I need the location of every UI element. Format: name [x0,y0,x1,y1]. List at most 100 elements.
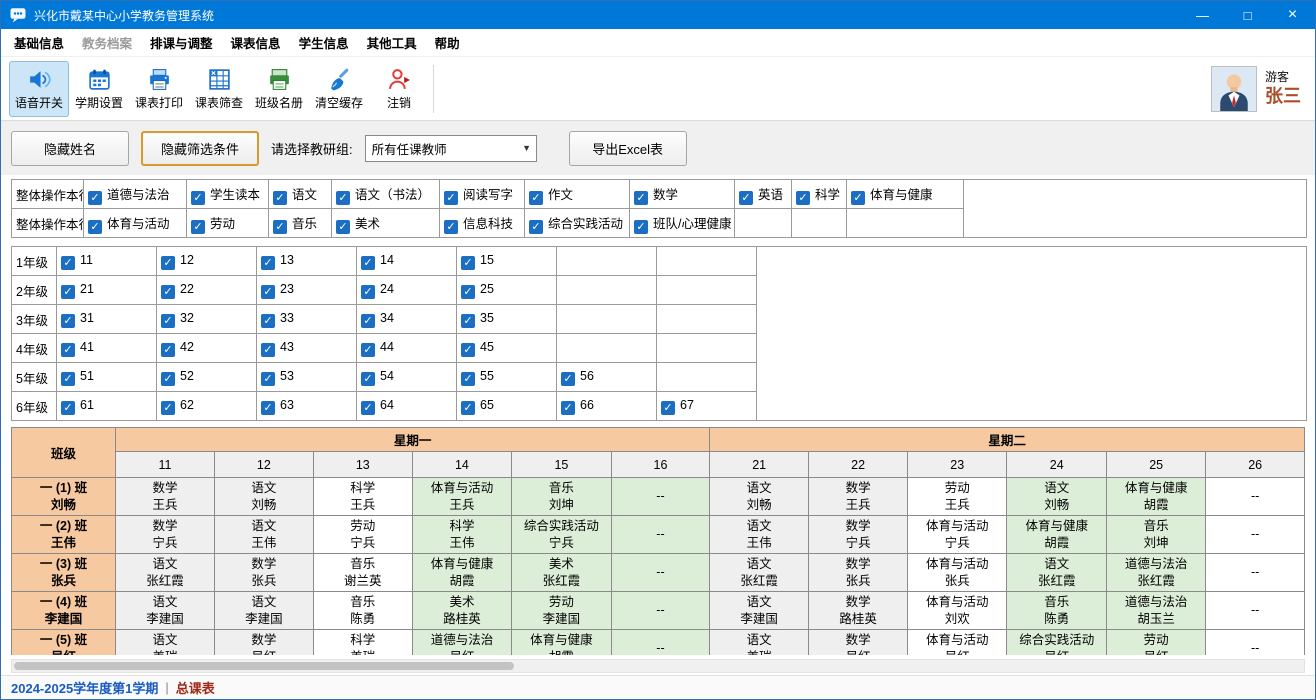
class-filter-cell[interactable]: ✓63 [257,392,357,421]
checkbox[interactable]: ✓ [739,191,753,205]
checkbox[interactable]: ✓ [361,314,375,328]
subject-filter-cell[interactable]: ✓道德与法治 [84,180,187,209]
checkbox[interactable]: ✓ [161,401,175,415]
checkbox[interactable]: ✓ [461,285,475,299]
checkbox[interactable]: ✓ [361,401,375,415]
hide-names-button[interactable]: 隐藏姓名 [11,131,129,166]
class-filter-cell[interactable]: ✓33 [257,305,357,334]
class-filter-cell[interactable]: ✓51 [57,363,157,392]
row-select-all[interactable]: 整体操作本行 [12,180,84,209]
subject-filter-cell[interactable]: ✓作文 [525,180,630,209]
class-filter-cell[interactable]: ✓41 [57,334,157,363]
toolbar-button[interactable]: 学期设置 [69,61,129,117]
class-filter-cell[interactable]: ✓62 [157,392,257,421]
toolbar-button[interactable]: 课表打印 [129,61,189,117]
horizontal-scrollbar[interactable] [11,659,1305,673]
subject-filter-cell[interactable]: ✓数学 [630,180,735,209]
checkbox[interactable]: ✓ [273,220,287,234]
subject-filter-cell[interactable]: ✓学生读本 [187,180,269,209]
class-filter-cell[interactable]: ✓64 [357,392,457,421]
export-excel-button[interactable]: 导出Excel表 [569,131,687,166]
checkbox[interactable]: ✓ [261,372,275,386]
menu-item[interactable]: 其他工具 [358,29,426,56]
checkbox[interactable]: ✓ [161,372,175,386]
class-filter-cell[interactable]: ✓54 [357,363,457,392]
checkbox[interactable]: ✓ [444,220,458,234]
subject-filter-cell[interactable]: ✓语文（书法） [332,180,440,209]
checkbox[interactable]: ✓ [261,314,275,328]
class-filter-cell[interactable]: ✓43 [257,334,357,363]
subject-filter-cell[interactable]: ✓阅读写字 [440,180,525,209]
class-filter-cell[interactable]: ✓67 [657,392,757,421]
class-filter-cell[interactable]: ✓53 [257,363,357,392]
class-filter-cell[interactable]: ✓52 [157,363,257,392]
subject-filter-cell[interactable]: ✓信息科技 [440,209,525,238]
subject-filter-cell[interactable]: ✓班队/心理健康 [630,209,735,238]
class-filter-cell[interactable]: ✓56 [557,363,657,392]
checkbox[interactable]: ✓ [161,314,175,328]
checkbox[interactable]: ✓ [191,191,205,205]
subject-filter-cell[interactable]: ✓体育与健康 [847,180,964,209]
checkbox[interactable]: ✓ [88,220,102,234]
subject-filter-cell[interactable]: ✓音乐 [269,209,332,238]
checkbox[interactable]: ✓ [261,343,275,357]
checkbox[interactable]: ✓ [61,372,75,386]
subject-filter-cell[interactable]: ✓体育与活动 [84,209,187,238]
class-filter-cell[interactable]: ✓24 [357,276,457,305]
checkbox[interactable]: ✓ [444,191,458,205]
checkbox[interactable]: ✓ [561,372,575,386]
toolbar-button[interactable]: 注销 [369,61,429,117]
checkbox[interactable]: ✓ [634,191,648,205]
menu-item[interactable]: 基础信息 [5,29,73,56]
checkbox[interactable]: ✓ [461,256,475,270]
checkbox[interactable]: ✓ [261,401,275,415]
subject-filter-cell[interactable]: ✓英语 [735,180,792,209]
checkbox[interactable]: ✓ [61,401,75,415]
class-filter-cell[interactable]: ✓35 [457,305,557,334]
minimize-button[interactable]: — [1180,1,1225,29]
class-filter-cell[interactable]: ✓55 [457,363,557,392]
checkbox[interactable]: ✓ [61,314,75,328]
checkbox[interactable]: ✓ [161,256,175,270]
checkbox[interactable]: ✓ [851,191,865,205]
class-filter-cell[interactable]: ✓12 [157,247,257,276]
subject-filter-cell[interactable]: ✓美术 [332,209,440,238]
checkbox[interactable]: ✓ [336,220,350,234]
toolbar-button[interactable]: 课表筛查 [189,61,249,117]
checkbox[interactable]: ✓ [61,285,75,299]
class-filter-cell[interactable]: ✓23 [257,276,357,305]
class-filter-cell[interactable]: ✓34 [357,305,457,334]
checkbox[interactable]: ✓ [261,256,275,270]
checkbox[interactable]: ✓ [634,220,648,234]
class-filter-cell[interactable]: ✓44 [357,334,457,363]
checkbox[interactable]: ✓ [529,220,543,234]
scrollbar-thumb[interactable] [14,662,514,670]
checkbox[interactable]: ✓ [461,401,475,415]
class-filter-cell[interactable]: ✓61 [57,392,157,421]
checkbox[interactable]: ✓ [361,372,375,386]
class-filter-cell[interactable]: ✓15 [457,247,557,276]
checkbox[interactable]: ✓ [461,314,475,328]
menu-item[interactable]: 课表信息 [222,29,290,56]
checkbox[interactable]: ✓ [661,401,675,415]
close-button[interactable]: × [1270,1,1315,29]
menu-item[interactable]: 帮助 [426,29,469,56]
checkbox[interactable]: ✓ [88,191,102,205]
checkbox[interactable]: ✓ [161,285,175,299]
checkbox[interactable]: ✓ [361,256,375,270]
class-filter-cell[interactable]: ✓65 [457,392,557,421]
checkbox[interactable]: ✓ [461,343,475,357]
class-filter-cell[interactable]: ✓42 [157,334,257,363]
class-filter-cell[interactable]: ✓11 [57,247,157,276]
menu-item[interactable]: 学生信息 [290,29,358,56]
toolbar-button[interactable]: 清空缓存 [309,61,369,117]
class-filter-cell[interactable]: ✓25 [457,276,557,305]
subject-filter-cell[interactable]: ✓劳动 [187,209,269,238]
checkbox[interactable]: ✓ [336,191,350,205]
menu-item[interactable]: 排课与调整 [141,29,222,56]
checkbox[interactable]: ✓ [273,191,287,205]
checkbox[interactable]: ✓ [361,285,375,299]
class-filter-cell[interactable]: ✓21 [57,276,157,305]
teaching-group-select[interactable]: 所有任课教师 ▼ [365,135,537,162]
checkbox[interactable]: ✓ [461,372,475,386]
